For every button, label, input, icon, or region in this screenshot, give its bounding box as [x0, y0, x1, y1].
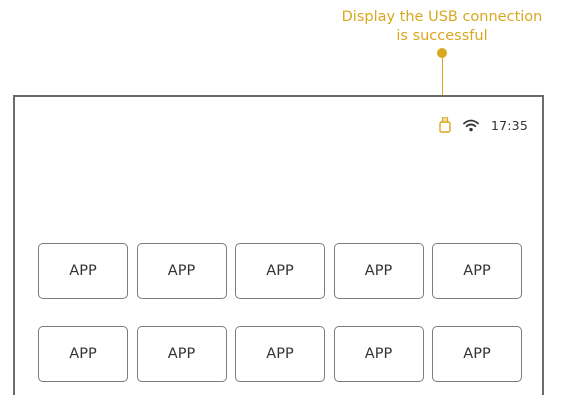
app-tile[interactable]: APP	[333, 243, 424, 299]
app-grid: APP APP APP APP APP APP APP APP APP APP	[38, 243, 522, 382]
app-tile[interactable]: APP	[38, 326, 128, 382]
device-screen: 17:35 APP APP APP APP APP APP APP APP AP…	[13, 95, 544, 395]
callout-line-1: Display the USB connection	[341, 9, 543, 25]
status-time: 17:35	[490, 117, 528, 133]
app-tile[interactable]: APP	[38, 243, 128, 299]
app-tile[interactable]: APP	[432, 243, 522, 299]
app-tile[interactable]: APP	[432, 326, 522, 382]
app-tile[interactable]: APP	[235, 243, 325, 299]
callout-line-2: is successful	[396, 28, 488, 44]
usb-icon	[439, 117, 451, 133]
callout-leader-dot	[437, 48, 447, 58]
app-tile[interactable]: APP	[235, 326, 325, 382]
app-tile[interactable]: APP	[136, 243, 227, 299]
wifi-icon	[463, 119, 479, 131]
usb-callout: Display the USB connection is successful	[322, 8, 562, 46]
status-bar: 17:35	[439, 117, 528, 133]
app-tile[interactable]: APP	[333, 326, 424, 382]
app-tile[interactable]: APP	[136, 326, 227, 382]
